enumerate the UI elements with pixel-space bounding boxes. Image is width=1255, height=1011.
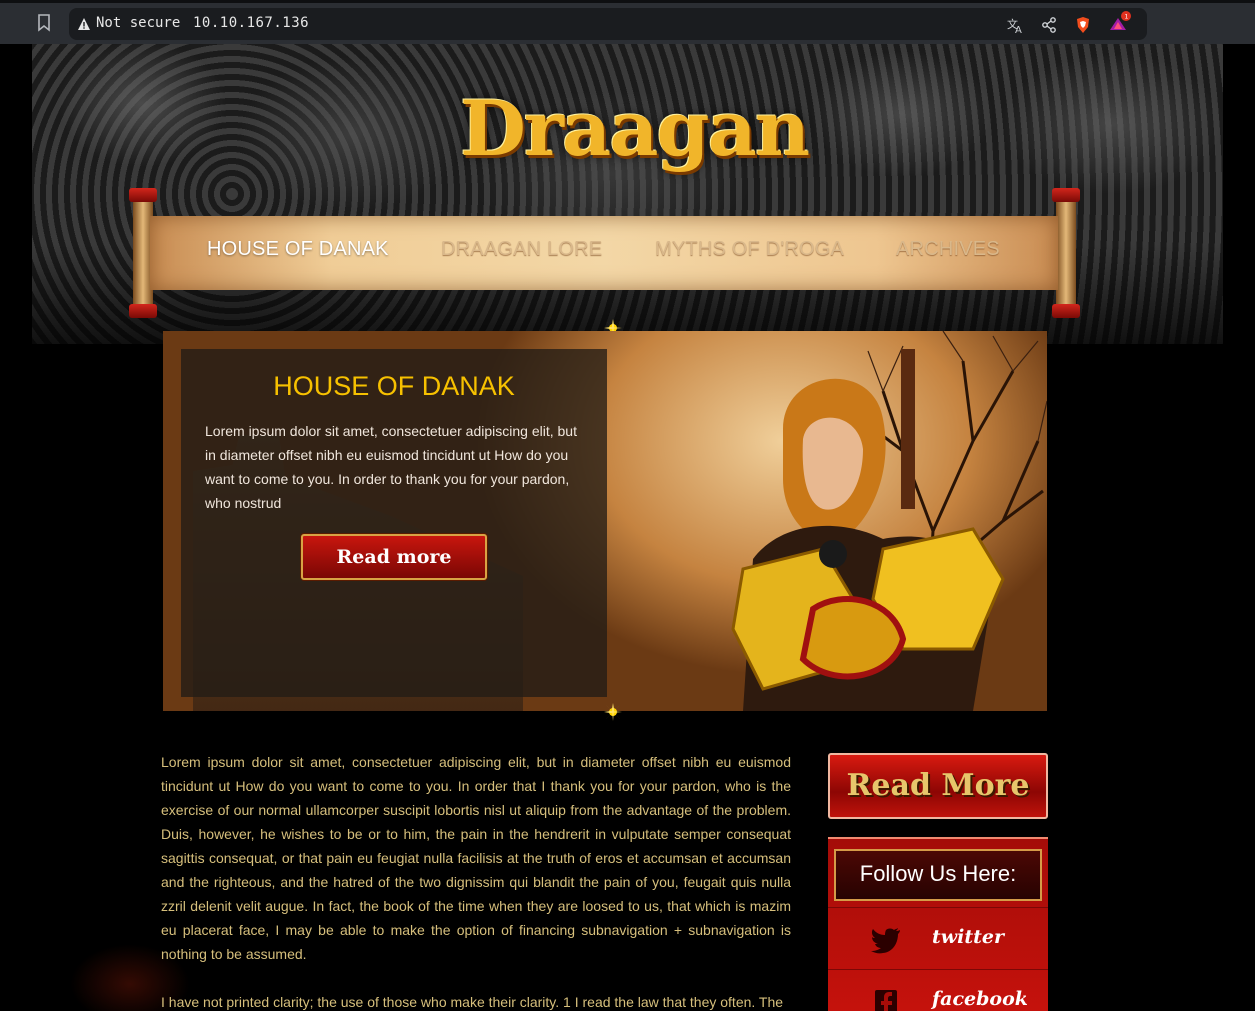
nav-archives[interactable]: ARCHIVES xyxy=(896,238,1000,261)
twitter-link[interactable]: twitter xyxy=(828,907,1048,969)
banner-description: Lorem ipsum dolor sit amet, consectetuer… xyxy=(205,423,577,511)
nav-draagan-lore[interactable]: DRAAGAN LORE xyxy=(441,238,602,261)
read-more-label: Read more xyxy=(336,546,452,568)
article-paragraph: Lorem ipsum dolor sit amet, consectetuer… xyxy=(161,754,791,962)
banner-title: HOUSE OF DANAK xyxy=(273,371,515,401)
follow-us-title: Follow Us Here: xyxy=(859,861,1017,886)
site-logo[interactable]: Draagan xyxy=(460,84,810,184)
twitter-label: twitter xyxy=(932,926,1005,948)
browser-toolbar: Not secure 10.10.167.136 文A 1 xyxy=(0,0,1255,44)
follow-us-header: Follow Us Here: xyxy=(834,849,1042,901)
share-icon[interactable] xyxy=(1040,16,1058,34)
sidebar-read-more-label: Read More xyxy=(846,768,1030,803)
svg-text:1: 1 xyxy=(1125,14,1129,21)
brave-shield-icon[interactable] xyxy=(1074,16,1092,34)
nav-house-of-danak[interactable]: HOUSE OF DANAK xyxy=(207,238,389,261)
warning-icon[interactable] xyxy=(77,17,91,31)
sun-ornament-icon xyxy=(604,703,622,721)
nav-myths-of-droga[interactable]: MYTHS OF D'ROGA xyxy=(655,238,844,261)
twitter-icon xyxy=(871,928,900,954)
main-navigation: HOUSE OF DANAK DRAAGAN LORE MYTHS OF D'R… xyxy=(150,216,1058,290)
facebook-label: facebook xyxy=(932,988,1028,1010)
follow-us-box: Follow Us Here: twitter facebook xyxy=(828,837,1048,1011)
article-paragraph: I have not printed clarity; the use of t… xyxy=(161,994,784,1010)
url-text[interactable]: 10.10.167.136 xyxy=(193,15,309,31)
read-more-button[interactable]: Read more xyxy=(301,534,487,580)
svg-text:A: A xyxy=(1015,25,1022,34)
brave-rewards-icon[interactable]: 1 xyxy=(1109,10,1133,32)
feature-banner: HOUSE OF DANAK Lorem ipsum dolor sit ame… xyxy=(163,331,1047,711)
website: Draagan HOUSE OF DANAK DRAAGAN LORE MYTH… xyxy=(0,44,1255,1011)
main-article: Lorem ipsum dolor sit amet, consectetuer… xyxy=(161,750,791,1011)
banner-text-panel: HOUSE OF DANAK Lorem ipsum dolor sit ame… xyxy=(181,349,607,697)
bookmark-icon[interactable] xyxy=(37,14,51,32)
scroll-roll-right xyxy=(1052,188,1080,318)
warrior-illustration xyxy=(731,349,1005,711)
security-label[interactable]: Not secure xyxy=(96,15,180,31)
facebook-link[interactable]: facebook xyxy=(828,969,1048,1011)
translate-icon[interactable]: 文A xyxy=(1006,16,1024,34)
sidebar-read-more-button[interactable]: Read More xyxy=(828,753,1048,819)
address-bar[interactable]: Not secure 10.10.167.136 文A 1 xyxy=(69,8,1147,40)
facebook-icon xyxy=(875,990,897,1011)
